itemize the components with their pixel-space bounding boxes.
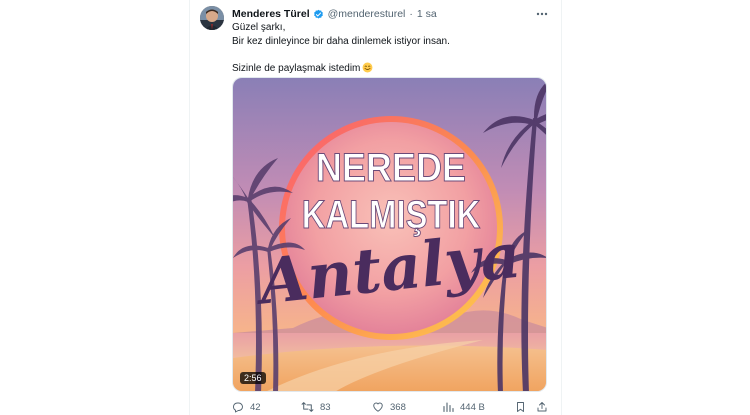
verified-badge-icon <box>313 9 324 20</box>
smiling-face-emoji-icon <box>362 62 373 78</box>
heart-icon <box>373 402 383 412</box>
tweet-actions-bar: 42 83 368 444 B <box>232 401 550 415</box>
more-icon <box>536 12 548 16</box>
tweet-text: Güzel şarkı, Bir kez dinleyince bir daha… <box>232 21 542 77</box>
tweet-time[interactable]: 1 sa <box>417 8 437 20</box>
tweet-page: Menderes Türel @menderesturel · 1 sa Güz… <box>0 0 750 415</box>
video-title-line1: NEREDE <box>316 146 466 190</box>
avatar[interactable] <box>200 6 224 30</box>
author-handle[interactable]: @menderesturel <box>328 8 406 20</box>
author-name[interactable]: Menderes Türel <box>232 8 310 20</box>
timeline-border-left <box>189 0 190 415</box>
repost-count: 83 <box>320 401 331 413</box>
more-options-button[interactable] <box>534 6 550 22</box>
reply-icon <box>233 402 243 413</box>
video-artwork: NEREDE KALMIŞTIK Antalya <box>233 78 546 391</box>
tweet-text-line: Sizinle de paylaşmak istedim <box>232 62 361 74</box>
tweet-text-line: Güzel şarkı, <box>232 22 286 33</box>
share-button[interactable] <box>536 401 548 413</box>
bookmark-button[interactable] <box>515 401 526 413</box>
repost-icon <box>301 402 314 412</box>
avatar-image <box>200 6 224 30</box>
bookmark-icon <box>517 402 524 412</box>
tweet-header: Menderes Türel @menderesturel · 1 sa <box>232 7 437 21</box>
repost-button[interactable]: 83 <box>301 401 331 413</box>
view-count: 444 B <box>460 401 485 413</box>
tweet-text-line-with-emoji: Sizinle de paylaşmak istedim <box>232 62 542 78</box>
reply-button[interactable]: 42 <box>232 401 261 413</box>
video-thumbnail[interactable]: NEREDE KALMIŞTIK Antalya 2:56 <box>232 77 547 392</box>
video-duration-badge: 2:56 <box>240 372 266 384</box>
like-count: 368 <box>390 401 406 413</box>
reply-count: 42 <box>250 401 261 413</box>
views-chart-icon <box>443 402 454 413</box>
separator-dot: · <box>409 8 413 20</box>
like-button[interactable]: 368 <box>372 401 406 413</box>
views-button[interactable]: 444 B <box>442 401 485 413</box>
timeline-border-right <box>561 0 562 415</box>
tweet-text-line: Bir kez dinleyince bir daha dinlemek ist… <box>232 35 450 47</box>
share-icon <box>537 402 547 412</box>
